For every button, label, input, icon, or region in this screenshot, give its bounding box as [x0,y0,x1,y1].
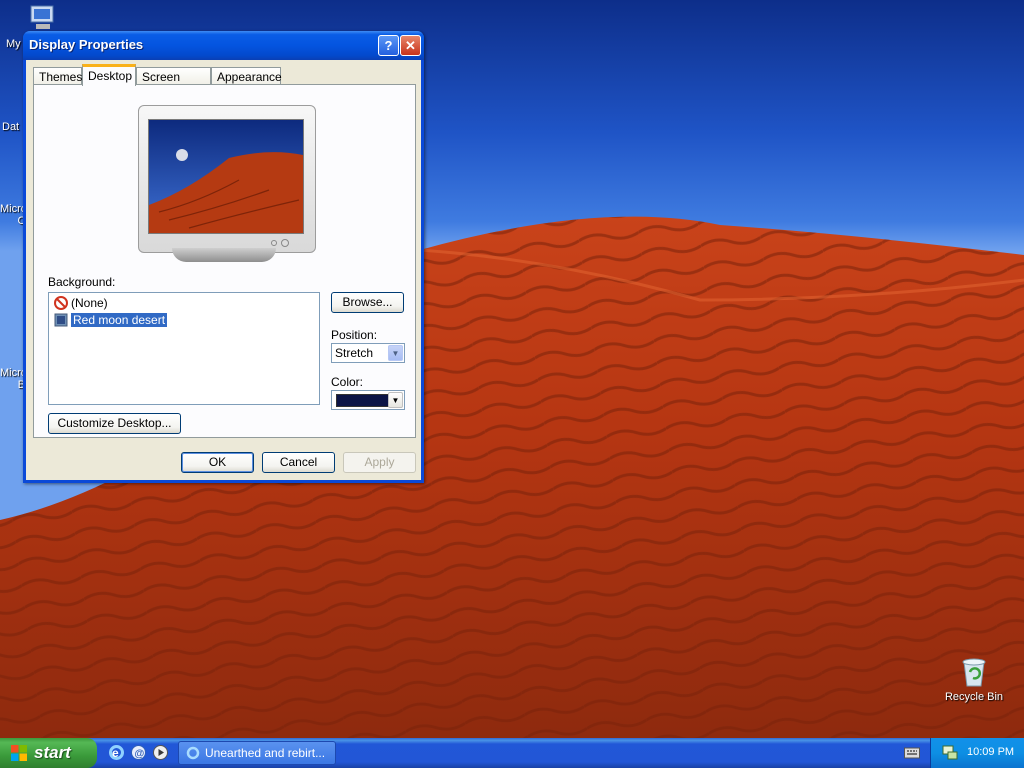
internet-explorer-icon [186,746,200,760]
taskbar-item-label: Unearthed and rebirt... [205,746,326,760]
display-properties-dialog: Display Properties ? ✕ Themes Desktop Sc… [23,31,424,483]
color-picker-button[interactable]: ▼ [331,390,405,410]
tab-appearance[interactable]: Appearance [211,67,282,85]
svg-text:@: @ [135,749,145,760]
position-select-value: Stretch [335,346,374,360]
desktop-icon-recycle-bin[interactable]: Recycle Bin [942,656,1006,703]
network-icon[interactable] [941,744,959,762]
start-label: start [34,743,71,762]
outlook-express-icon[interactable]: @ [130,744,147,761]
browse-button[interactable]: Browse... [331,292,404,313]
desktop-icon-data[interactable]: Dat [2,121,19,133]
color-swatch [336,394,392,407]
start-button[interactable]: start [0,738,97,768]
wallpaper-preview-image [149,120,303,233]
desktop-tab-panel: Background: (None) Red moon desert Brows… [33,84,416,438]
none-icon [54,296,68,310]
list-item-red-moon-desert[interactable]: Red moon desert [54,312,168,328]
taskbar: start e @ Unearthed and rebirt... 10:09 … [0,738,1024,768]
monitor-preview [138,105,316,253]
close-button[interactable]: ✕ [400,35,421,56]
image-file-icon [54,313,68,327]
list-item-none[interactable]: (None) [54,295,108,311]
dialog-client-area: Themes Desktop Screen Saver Appearance [26,60,421,480]
windows-flag-icon [11,745,27,761]
background-list[interactable]: (None) Red moon desert [48,292,320,405]
media-player-icon[interactable] [152,744,169,761]
tab-desktop[interactable]: Desktop [82,64,136,86]
position-label: Position: [331,328,378,342]
clock[interactable]: 10:09 PM [967,746,1014,758]
position-select[interactable]: Stretch ▼ [331,343,405,363]
monitor-power-led [281,239,289,247]
tab-screen-saver[interactable]: Screen Saver [136,67,211,102]
my-computer-icon [30,5,54,29]
chevron-down-icon[interactable]: ▼ [388,345,403,361]
taskbar-item-window[interactable]: Unearthed and rebirt... [178,741,336,765]
monitor-stand [172,248,276,262]
customize-desktop-button[interactable]: Customize Desktop... [48,413,181,434]
tab-themes[interactable]: Themes [33,67,82,85]
system-tray: 10:09 PM [930,738,1024,768]
ok-button[interactable]: OK [181,452,254,473]
recycle-bin-icon [962,658,986,687]
chevron-down-icon[interactable]: ▼ [388,392,403,408]
wallpaper-preview-screen [148,119,304,234]
internet-explorer-icon[interactable]: e [108,744,125,761]
keyboard-icon[interactable] [904,746,920,760]
dialog-title: Display Properties [29,37,144,52]
color-label: Color: [331,375,364,389]
dialog-titlebar[interactable]: Display Properties ? ✕ [23,31,424,60]
cancel-button[interactable]: Cancel [262,452,335,473]
svg-text:e: e [112,746,119,760]
monitor-button [271,240,277,246]
help-button[interactable]: ? [378,35,399,56]
apply-button[interactable]: Apply [343,452,416,473]
background-label: Background: [48,275,116,289]
